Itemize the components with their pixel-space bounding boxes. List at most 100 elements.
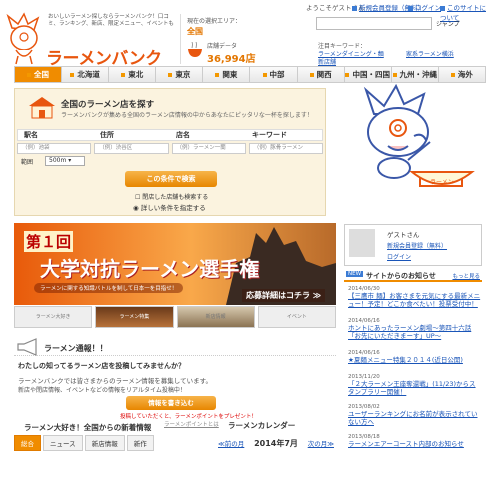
report-title: ラーメン通報！！ <box>44 344 108 353</box>
promo-thumb[interactable]: イベント <box>257 306 336 328</box>
search-panel-title: 全国のラーメン店を探す <box>61 100 155 110</box>
sidebar-register-link[interactable]: 新規会員登録（無料） <box>387 241 447 250</box>
shop-search-panel: 全国のラーメン店を探す ラーメンバンクが集める全国のラーメン店情報の中からあなた… <box>14 88 326 216</box>
search-field-row: （例）池袋 （例）渋谷区 （例）ラーメン一蘭 （例）豚骨ラーメン <box>17 143 323 154</box>
news-text: 「２大ラーメン王座奪還戦」(11/23)からスタンプラリー開催！ <box>348 380 476 396</box>
nav-item-all[interactable]: 全国 <box>15 67 63 82</box>
calendar-title: ラーメンカレンダー <box>228 421 296 430</box>
keyword-link[interactable]: 新店舗 <box>318 57 336 66</box>
nav-item-tokyo[interactable]: 東京 <box>156 67 204 82</box>
report-lead: わたしの知ってるラーメン店を投稿してみませんか？ <box>18 362 185 370</box>
championship-banner[interactable]: 第１回 大学対抗ラーメン選手権 ラーメンに関する知識バトルを制して日本一を目指せ… <box>14 223 336 305</box>
new-badge: NEW <box>346 271 364 277</box>
jump-checkbox[interactable]: ジャンプ <box>436 19 460 28</box>
bullet-icon <box>70 73 75 77</box>
new-info-tabs: 総合 ニュース 新店情報 新作 <box>14 435 154 451</box>
range-select[interactable]: 500m ▾ <box>45 156 85 166</box>
site-news-header: NEW サイトからのお知らせ もっと見る <box>344 270 482 282</box>
site-logo[interactable]: おいしいラーメン探しならラーメンバンク！口コミ、ランキング、新店、限定メニュー、… <box>4 10 176 69</box>
news-text: ホントにあったラーメン劇場〜第四十六話「お先にいただきまーす」UP〜 <box>348 324 472 340</box>
nav-item-hokkaido[interactable]: 北海道 <box>62 67 110 82</box>
guest-name: ゲストさん <box>387 231 420 239</box>
report-text: 新店や閉店情報、イベントなどの情報をリアルタイム投稿中！ <box>18 387 186 394</box>
new-info-title: ラーメン大好き！全国からの新着情報 <box>24 423 152 432</box>
mascot-logo-icon <box>6 12 40 65</box>
nav-item-kansai[interactable]: 関西 <box>298 67 345 82</box>
list-item[interactable]: 2013/11/20 「２大ラーメン王座奪還戦」(11/23)からスタンプラリー開… <box>348 374 482 396</box>
calendar-month-nav: ≪前の月 2014年7月 次の月≫ <box>218 438 334 449</box>
nav-item-chubu[interactable]: 中部 <box>250 67 298 82</box>
calendar-month: 2014年7月 <box>254 439 298 448</box>
svg-text:ラーメン: ラーメン <box>430 179 454 186</box>
tab-news[interactable]: ニュース <box>43 435 83 451</box>
nav-item-kanto[interactable]: 関東 <box>203 67 251 82</box>
area-value: 全国 <box>187 27 203 36</box>
banner-round: 第１回 <box>24 231 74 252</box>
closed-shop-checkbox[interactable]: ☐ 閉店した店舗も検索する <box>135 192 208 201</box>
banner-cta[interactable]: 応募詳細はコチラ ≫ <box>242 289 326 302</box>
search-field-headers: 駅名 住所 店名 キーワード <box>17 129 323 141</box>
nav-item-kyushu[interactable]: 九州・沖縄 <box>392 67 439 82</box>
list-item[interactable]: 2014/06/30 【三鷹市 麺】お客さまを元気にする最新メニュー！予定！どこか… <box>348 286 482 308</box>
nav-item-tohoku[interactable]: 東北 <box>109 67 157 82</box>
search-submit-button[interactable]: この条件で検索 <box>125 171 217 187</box>
nav-item-chugoku[interactable]: 中国・四国 <box>345 67 392 82</box>
jump-checkbox-label: ジャンプ <box>436 21 460 28</box>
site-news-more-link[interactable]: もっと見る <box>452 272 480 280</box>
promo-thumb[interactable]: 新店情報 <box>176 306 255 328</box>
range-label: 範囲 <box>21 159 34 166</box>
shop-name-input[interactable]: （例）ラーメン一蘭 <box>171 143 246 154</box>
prev-month-link[interactable]: ≪前の月 <box>218 438 244 449</box>
promo-thumb[interactable]: ラーメン大好き <box>14 306 93 328</box>
sidebar-login-link[interactable]: ログイン <box>387 252 411 261</box>
address-input[interactable]: （例）渋谷区 <box>94 143 169 154</box>
site-news-title: サイトからのお知らせ <box>366 272 436 280</box>
news-text: ★夏麺メニュー特集２０１４(近日公開) <box>348 356 463 364</box>
list-item[interactable]: 2013/08/02 ユーザーランキングにお名前が表示されていない方へ <box>348 404 482 426</box>
guest-login-box: ゲストさん 新規会員登録（無料） ログイン <box>344 224 482 266</box>
ramen-calendar: ラーメンカレンダー ≪前の月 2014年7月 次の月≫ <box>214 416 336 480</box>
header-search-input[interactable] <box>316 17 432 30</box>
nav-item-label: 九州・沖縄 <box>399 70 438 79</box>
tab-all[interactable]: 総合 <box>14 435 41 451</box>
advanced-search-link[interactable]: ◉ 詳しい条件を指定する <box>133 202 206 212</box>
stats-panel: 現在の選択エリア： 全国 店舗データ 36,994店 <box>180 14 304 65</box>
nav-item-overseas[interactable]: 海外 <box>439 67 485 82</box>
list-item[interactable]: 2014/06/16 ★夏麺メニュー特集２０１４(近日公開) <box>348 350 482 364</box>
bowl-icon <box>188 42 202 57</box>
post-info-button[interactable]: 情報を書き込む <box>126 396 216 410</box>
login-link[interactable]: ログイン <box>408 2 441 12</box>
header-shop-name: 店名 <box>176 131 190 139</box>
tab-new-shops[interactable]: 新店情報 <box>84 435 125 451</box>
nav-item-label: 関西 <box>316 70 332 79</box>
news-text: ラーメンエアーコースト内部のお知らせ <box>348 440 464 448</box>
keyword-link[interactable]: 家系ラーメン横浜 <box>406 49 454 58</box>
banner-subtitle: ラーメンに関する知識バトルを制して日本一を目指せ！ <box>34 283 184 293</box>
nav-item-label: 中国・四国 <box>352 70 390 79</box>
list-item[interactable]: 2014/06/16 ホントにあったラーメン劇場〜第四十六話「お先にいただきまーす… <box>348 318 482 340</box>
next-month-link[interactable]: 次の月≫ <box>308 438 334 449</box>
report-text: ラーメンバンクでは皆さまからのラーメン情報を募集しています。 <box>18 377 212 385</box>
square-icon <box>440 5 445 11</box>
nav-item-label: 海外 <box>457 70 473 79</box>
mascot-illustration: ラーメン <box>363 84 475 187</box>
bullet-icon <box>309 73 314 77</box>
report-header: ラーメン通報！！ <box>14 336 336 356</box>
logo-tagline: おいしいラーメン探しならラーメンバンク！口コミ、ランキング、新店、限定メニュー、… <box>48 14 174 27</box>
bullet-icon <box>262 73 267 77</box>
banner-title: 大学対抗ラーメン選手権 <box>40 257 260 281</box>
news-text: 【三鷹市 麺】お客さまを元気にする最新メニュー！予定！どこか食べたい！投票受付中… <box>348 292 481 308</box>
nav-item-label: 全国 <box>34 70 50 79</box>
bullet-icon <box>121 73 126 77</box>
square-icon <box>408 5 413 11</box>
promo-thumb[interactable]: ラーメン特集 <box>95 306 174 328</box>
list-item[interactable]: 2013/08/18 ラーメンエアーコースト内部のお知らせ <box>348 434 482 448</box>
keyword-input[interactable]: （例）豚骨ラーメン <box>248 143 323 154</box>
station-input[interactable]: （例）池袋 <box>17 143 92 154</box>
login-link-label: ログイン <box>415 4 441 12</box>
area-label: 現在の選択エリア： <box>187 18 242 25</box>
closed-shop-label: 閉店した店舗も検索する <box>142 194 209 201</box>
nav-item-label: 北海道 <box>77 70 100 79</box>
nav-item-label: 東京 <box>175 70 191 79</box>
tab-new-items[interactable]: 新作 <box>126 435 154 451</box>
